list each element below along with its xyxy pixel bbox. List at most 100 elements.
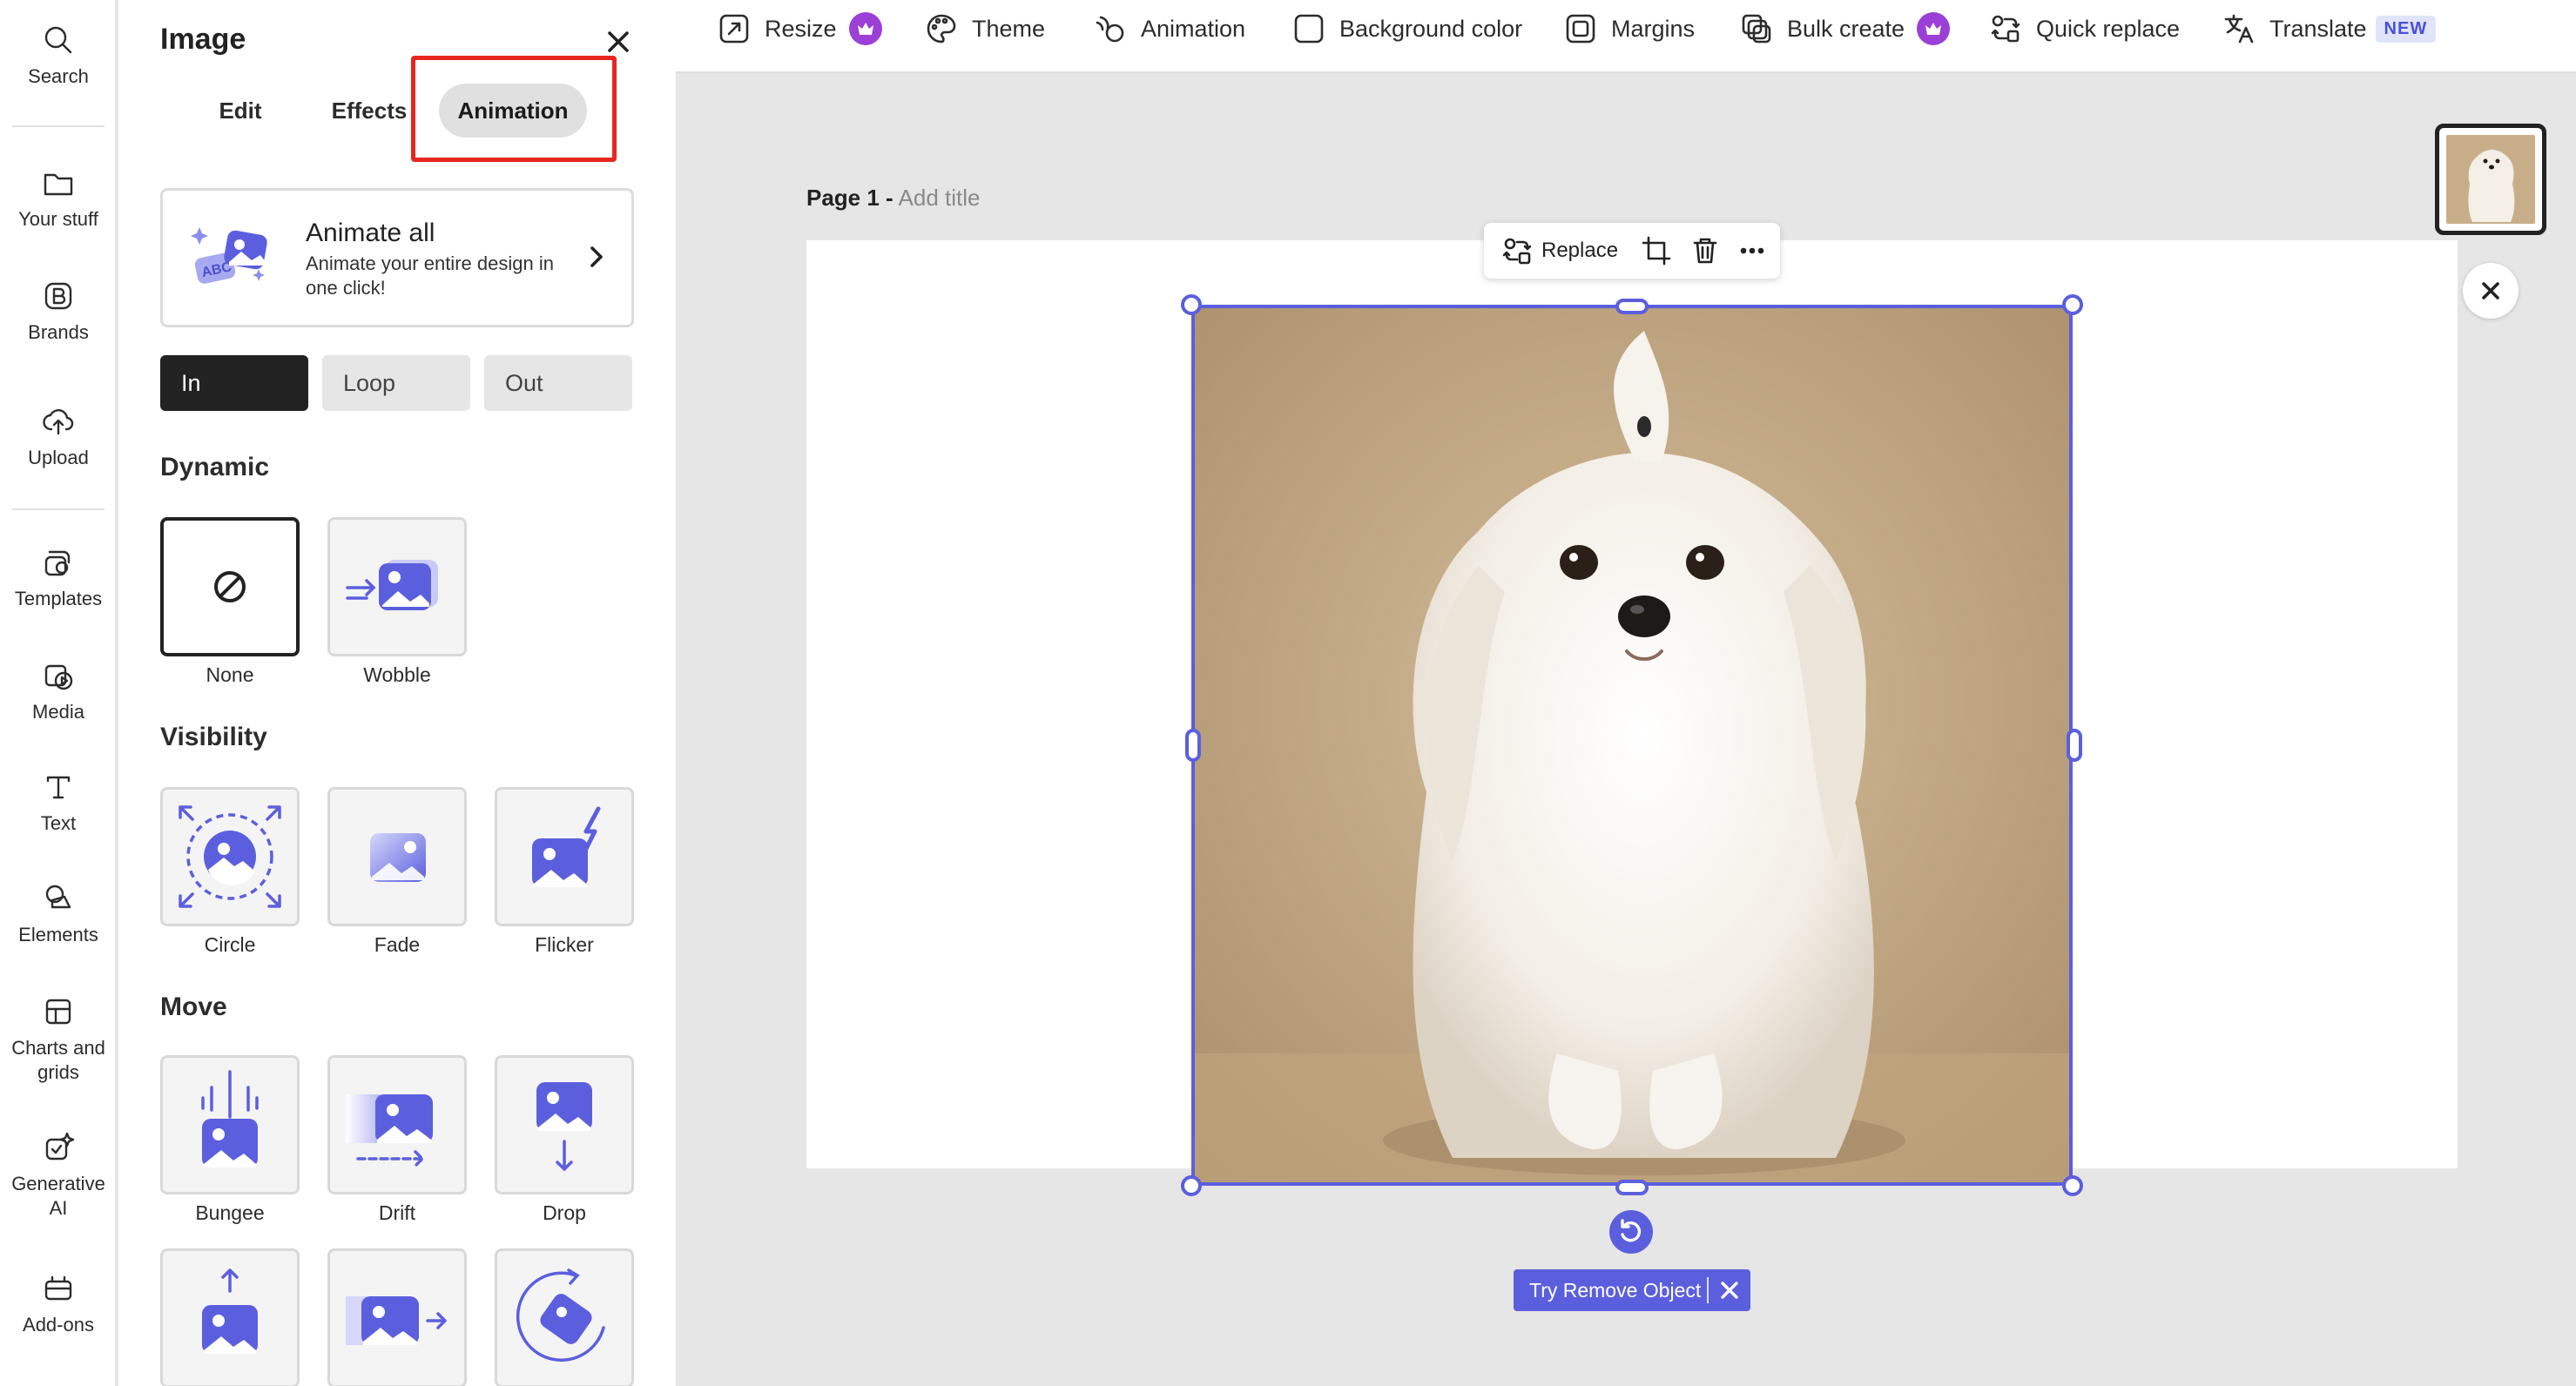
resize-handle-left[interactable]	[1185, 729, 1201, 762]
resize-handle-bottom-left[interactable]	[1181, 1175, 1202, 1196]
brand-icon	[44, 282, 72, 310]
rail-label: Add-ons	[23, 1314, 94, 1336]
text-icon	[46, 776, 71, 799]
segment-loop[interactable]: Loop	[322, 355, 470, 411]
panel-close-button[interactable]	[601, 24, 636, 59]
drop-icon	[536, 1082, 592, 1171]
rail-elements[interactable]: Elements	[0, 881, 117, 947]
canvas-close-button[interactable]	[2463, 263, 2519, 319]
toolbar-label: Bulk create	[1787, 15, 1905, 42]
rail-charts-and-grids[interactable]: Charts and grids	[0, 994, 117, 1085]
rail-upload[interactable]: Upload	[0, 404, 117, 470]
replace-label: Replace	[1541, 239, 1619, 262]
toolbar-quick-replace-button[interactable]: Quick replace	[1989, 9, 2180, 49]
fade-icon	[370, 833, 426, 882]
new-badge: NEW	[2375, 15, 2437, 43]
animation-option-wobble[interactable]	[327, 517, 467, 656]
replace-icon	[1502, 238, 1532, 265]
bulk-create-icon	[1742, 14, 1771, 44]
rail-label: Media	[32, 701, 84, 723]
rail-brands[interactable]: Brands	[0, 279, 117, 345]
animation-option-bungee[interactable]	[160, 1055, 300, 1194]
resize-handle-bottom-right[interactable]	[2062, 1175, 2083, 1196]
section-title-move: Move	[160, 992, 227, 1021]
rotate-button[interactable]	[1609, 1210, 1653, 1254]
try-remove-close-button[interactable]	[1709, 1269, 1750, 1311]
none-icon	[214, 571, 246, 602]
background-color-icon	[1294, 14, 1324, 44]
animation-option-none[interactable]	[160, 517, 300, 656]
section-title-dynamic: Dynamic	[160, 453, 270, 481]
animation-option-rise[interactable]	[160, 1248, 300, 1386]
animation-option-label: Fade	[374, 933, 421, 956]
animation-option-pan[interactable]	[327, 1248, 467, 1386]
left-rail: Search Your stuff Brands Upload Template…	[0, 0, 117, 1386]
add-ons-icon	[44, 1275, 72, 1301]
toolbar-margins-button[interactable]: Margins	[1564, 9, 1695, 49]
animation-option-label: Bungee	[195, 1201, 265, 1224]
animate-all-card[interactable]: ABC Animate all Animate your entire desi…	[160, 188, 634, 327]
page-number-label: Page 1 -	[806, 185, 894, 211]
resize-handle-right[interactable]	[2067, 729, 2082, 762]
delete-button[interactable]	[1689, 235, 1721, 266]
animation-option-label: Drift	[378, 1201, 416, 1224]
resize-handle-top[interactable]	[1615, 299, 1649, 314]
premium-crown-icon	[1917, 12, 1951, 45]
animation-option-flicker[interactable]	[495, 787, 634, 926]
flicker-icon	[532, 806, 601, 887]
animation-option-spin[interactable]	[495, 1248, 634, 1386]
rail-your-stuff[interactable]: Your stuff	[0, 165, 117, 232]
spin-icon	[516, 1268, 605, 1362]
circle-reveal-icon	[179, 805, 281, 908]
more-options-button[interactable]	[1736, 235, 1768, 266]
more-icon	[1740, 247, 1764, 254]
media-icon	[44, 664, 73, 690]
rail-templates[interactable]: Templates	[0, 545, 117, 611]
palette-icon	[927, 14, 956, 44]
animation-option-drift[interactable]	[327, 1055, 467, 1194]
toolbar-translate-button[interactable]: Translate NEW	[2222, 9, 2437, 49]
toolbar-background-color-button[interactable]: Background color	[1292, 9, 1522, 49]
animation-option-label: Flicker	[535, 933, 594, 956]
tab-edit[interactable]: Edit	[202, 84, 279, 138]
toolbar-theme-button[interactable]: Theme	[925, 9, 1045, 49]
segment-in[interactable]: In	[160, 355, 308, 411]
page-title-input[interactable]: Add title	[899, 185, 981, 211]
toolbar-bulk-create-button[interactable]: Bulk create	[1740, 9, 1951, 49]
animation-option-label: Wobble	[363, 663, 431, 686]
rail-add-ons[interactable]: Add-ons	[0, 1271, 117, 1337]
toolbar-label: Margins	[1611, 15, 1696, 42]
resize-handle-top-left[interactable]	[1181, 294, 1202, 315]
replace-button[interactable]: Replace	[1501, 235, 1618, 266]
toolbar-label: Background color	[1339, 15, 1523, 42]
try-remove-object-button[interactable]: Try Remove Object	[1514, 1279, 1707, 1302]
toolbar-resize-button[interactable]: Resize	[718, 9, 882, 49]
quick-replace-icon	[1991, 15, 2020, 43]
crop-button[interactable]	[1641, 235, 1672, 266]
toolbar-label: Quick replace	[2036, 15, 2181, 42]
close-icon	[608, 31, 629, 52]
animate-all-description: Animate your entire design in one click!	[306, 252, 554, 299]
close-icon	[1721, 1282, 1738, 1299]
animation-option-fade[interactable]	[327, 787, 467, 926]
resize-handle-top-right[interactable]	[2062, 294, 2083, 315]
tab-effects[interactable]: Effects	[320, 84, 418, 138]
segment-out[interactable]: Out	[484, 355, 632, 411]
animation-option-circle[interactable]	[160, 787, 300, 926]
rail-label: Templates	[14, 588, 103, 609]
divider	[1707, 1277, 1709, 1303]
toolbar-label: Translate	[2269, 15, 2367, 42]
toolbar-label: Theme	[972, 15, 1046, 42]
toolbar-animation-button[interactable]: Animation	[1094, 9, 1245, 49]
animation-option-drop[interactable]	[495, 1055, 634, 1194]
resize-handle-bottom[interactable]	[1615, 1180, 1649, 1195]
rail-media[interactable]: Media	[0, 658, 117, 724]
rail-text[interactable]: Text	[0, 770, 117, 836]
rail-search[interactable]: Search	[0, 23, 117, 89]
animation-option-label: Circle	[204, 933, 256, 956]
rail-generative-ai[interactable]: Generative AI	[0, 1130, 117, 1221]
page-thumbnail[interactable]	[2435, 124, 2546, 235]
animate-all-icon: ABC	[187, 217, 274, 304]
rail-label: Generative AI	[11, 1173, 105, 1219]
upload-cloud-icon	[43, 409, 74, 435]
